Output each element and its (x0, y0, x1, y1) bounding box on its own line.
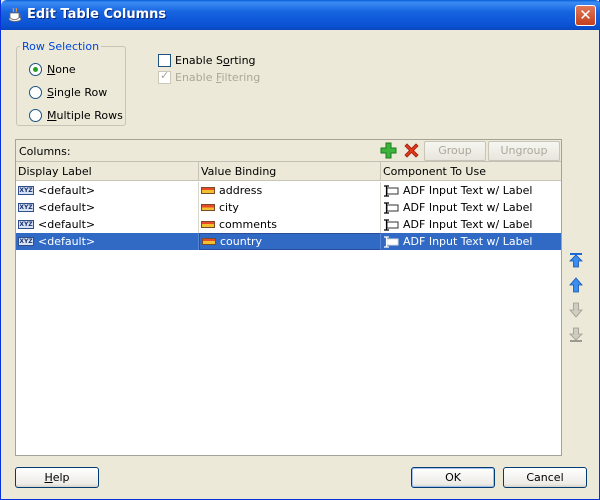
move-to-top-icon[interactable] (568, 252, 584, 268)
radio-none-indicator[interactable] (29, 62, 42, 76)
radio-none[interactable]: None (29, 61, 76, 77)
table-row-selected[interactable]: XYZ <default> country ADF Input Text w/ … (16, 233, 561, 250)
move-to-bottom-icon (569, 327, 583, 342)
dialog-window: Edit Table Columns ✕ Row Selection None … (0, 0, 600, 500)
move-down-icon (569, 302, 583, 318)
value-binding-cell[interactable]: country (199, 233, 381, 250)
binding-icon (202, 238, 216, 245)
input-text-icon (384, 235, 399, 248)
columns-panel: Columns: Group Ungroup Display Label Val… (15, 139, 562, 456)
radio-single-row[interactable]: Single Row (29, 84, 107, 100)
text-field-icon: XYZ (18, 220, 34, 229)
text-field-icon: XYZ (18, 237, 34, 246)
enable-sorting-checkbox[interactable]: Enable Sorting (158, 52, 256, 68)
display-label-cell[interactable]: XYZ <default> (16, 199, 199, 216)
display-label-cell[interactable]: XYZ <default> (16, 182, 199, 199)
help-button[interactable]: Help (15, 467, 99, 488)
text-field-icon: XYZ (18, 186, 34, 195)
header-component[interactable]: Component To Use (381, 162, 561, 181)
input-text-icon (384, 184, 399, 197)
cancel-button[interactable]: Cancel (503, 467, 587, 488)
ungroup-button: Ungroup (488, 141, 560, 161)
close-button[interactable]: ✕ (575, 5, 596, 26)
delete-icon[interactable] (403, 142, 420, 159)
component-cell[interactable]: ADF Input Text w/ Label (381, 233, 561, 250)
radio-none-label: None (47, 62, 76, 76)
table-row[interactable]: XYZ <default> city ADF Input Text w/ Lab… (16, 199, 561, 216)
columns-label: Columns: (19, 145, 71, 158)
input-text-icon (384, 201, 399, 214)
enable-sorting-label: Enable Sorting (175, 53, 256, 67)
radio-multiple-rows-indicator[interactable] (29, 108, 42, 122)
header-value-binding[interactable]: Value Binding (199, 162, 381, 181)
component-cell[interactable]: ADF Input Text w/ Label (381, 199, 561, 216)
binding-icon (201, 221, 215, 228)
columns-toolbar: Columns: Group Ungroup (16, 140, 561, 162)
value-binding-cell[interactable]: comments (199, 216, 381, 233)
group-button: Group (424, 141, 486, 161)
input-text-icon (384, 218, 399, 231)
add-icon[interactable] (380, 142, 397, 159)
ok-button[interactable]: OK (411, 467, 495, 488)
display-label-cell[interactable]: XYZ <default> (16, 216, 199, 233)
table-row[interactable]: XYZ <default> comments ADF Input Text w/… (16, 216, 561, 233)
radio-single-row-indicator[interactable] (29, 85, 42, 99)
enable-sorting-box[interactable] (158, 53, 171, 67)
header-display-label[interactable]: Display Label (16, 162, 199, 181)
table-row[interactable]: XYZ <default> address ADF Input Text w/ … (16, 182, 561, 199)
radio-single-row-label: Single Row (47, 85, 108, 99)
move-up-icon[interactable] (568, 277, 584, 293)
enable-filtering-label: Enable Filtering (175, 70, 261, 84)
enable-filtering-box (158, 69, 171, 84)
display-label-cell[interactable]: XYZ <default> (16, 233, 199, 250)
title-bar[interactable]: Edit Table Columns ✕ (1, 0, 600, 30)
row-selection-legend: Row Selection (20, 40, 102, 53)
value-binding-cell[interactable]: address (199, 182, 381, 199)
radio-multiple-rows[interactable]: Multiple Rows (29, 107, 123, 123)
window-title: Edit Table Columns (27, 7, 167, 22)
binding-icon (201, 187, 215, 194)
component-cell[interactable]: ADF Input Text w/ Label (381, 182, 561, 199)
text-field-icon: XYZ (18, 203, 34, 212)
radio-multiple-rows-label: Multiple Rows (47, 108, 123, 122)
enable-filtering-checkbox: Enable Filtering (158, 69, 260, 85)
binding-icon (201, 204, 215, 211)
coffee-cup-icon (8, 7, 22, 22)
value-binding-cell[interactable]: city (199, 199, 381, 216)
component-cell[interactable]: ADF Input Text w/ Label (381, 216, 561, 233)
